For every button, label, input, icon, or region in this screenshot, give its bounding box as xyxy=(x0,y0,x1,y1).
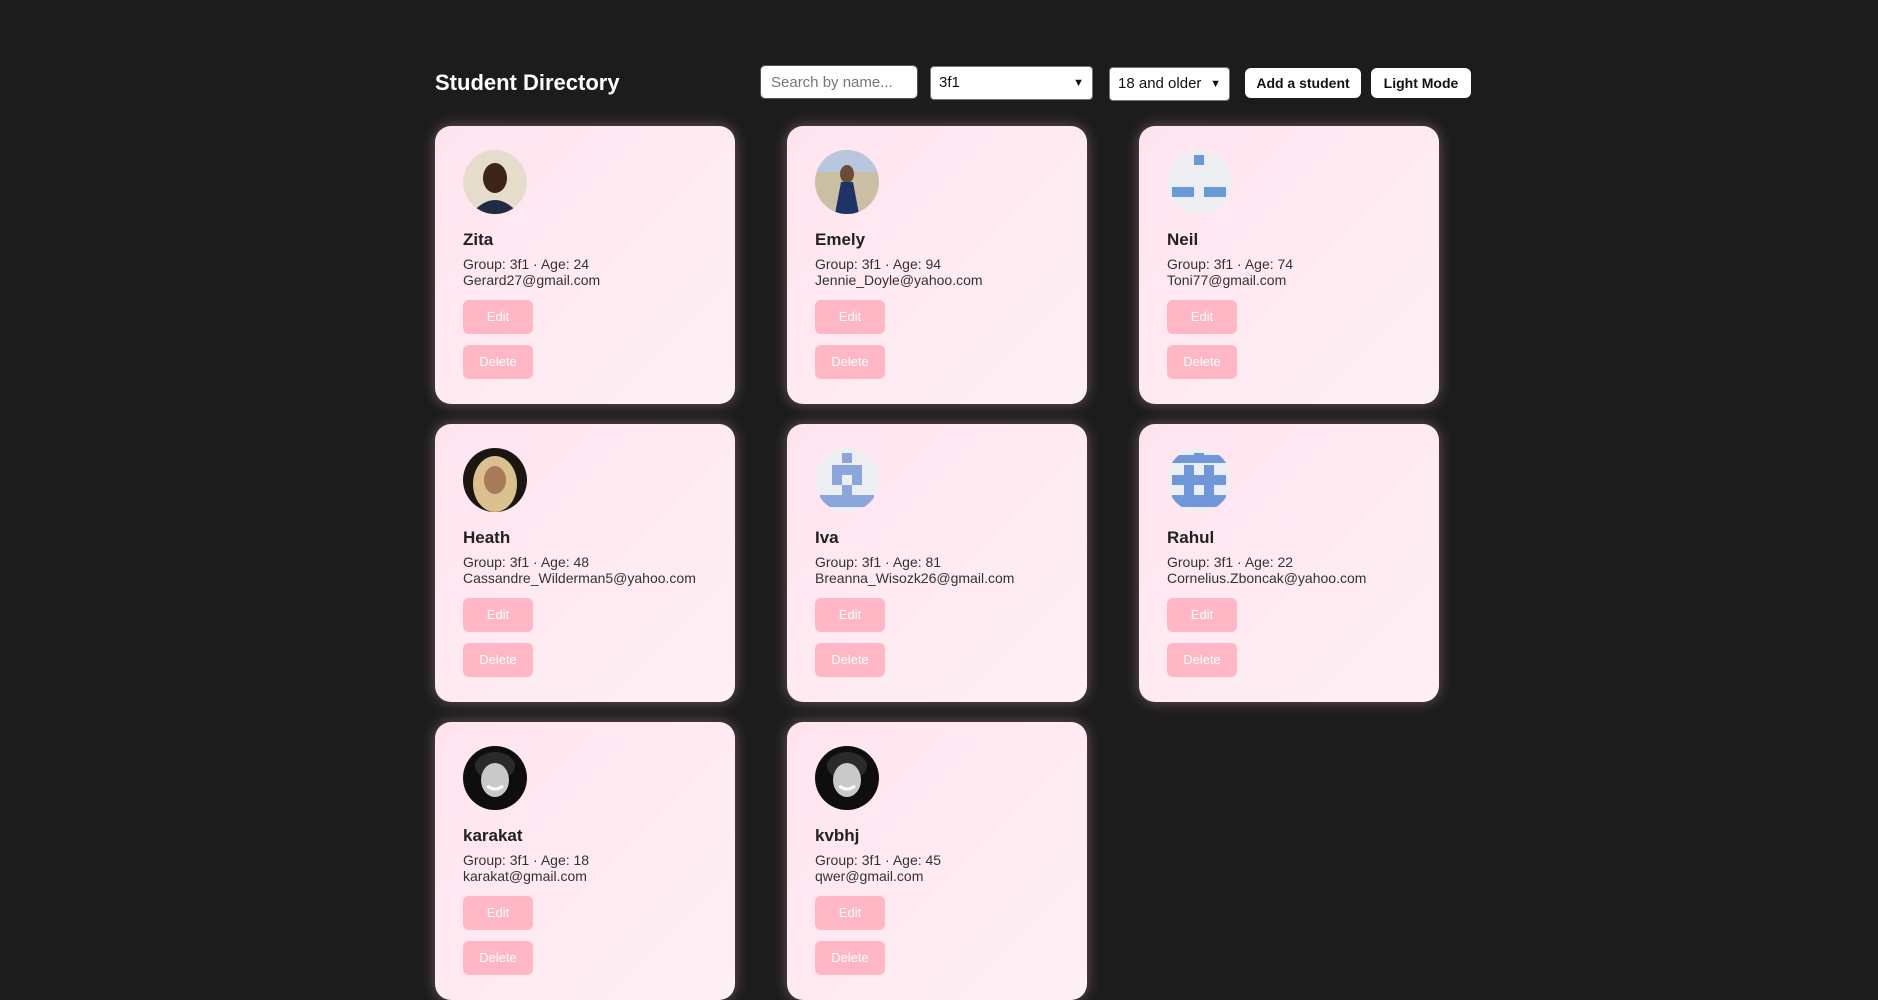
student-name: kvbhj xyxy=(815,826,860,845)
student-meta: Group: 3f1 · Age: 22 xyxy=(1167,554,1294,570)
student-meta: Group: 3f1 · Age: 81 xyxy=(815,554,942,570)
age-select[interactable]: 18 and older ▼ xyxy=(1109,67,1230,101)
student-email: qwer@gmail.com xyxy=(815,868,924,884)
delete-button[interactable]: Delete xyxy=(1167,345,1237,379)
group-select-value: 3f1 xyxy=(939,74,960,91)
identicon-avatar-icon xyxy=(815,448,879,512)
age-select-value: 18 and older xyxy=(1118,75,1202,92)
delete-button[interactable]: Delete xyxy=(463,941,533,975)
student-email: Jennie_Doyle@yahoo.com xyxy=(815,272,983,288)
student-email: Cornelius.Zboncak@yahoo.com xyxy=(1167,570,1367,586)
edit-button[interactable]: Edit xyxy=(463,896,533,930)
student-email: karakat@gmail.com xyxy=(463,868,587,884)
student-name: Zita xyxy=(463,230,494,249)
delete-button[interactable]: Delete xyxy=(1167,643,1237,677)
student-name: Emely xyxy=(815,230,866,249)
student-card: Zita Group: 3f1 · Age: 24 Gerard27@gmail… xyxy=(435,126,735,404)
edit-button[interactable]: Edit xyxy=(815,300,885,334)
delete-button[interactable]: Delete xyxy=(815,643,885,677)
identicon-avatar-icon xyxy=(1167,150,1231,214)
student-name: Heath xyxy=(463,528,511,547)
delete-button[interactable]: Delete xyxy=(463,643,533,677)
student-card: Iva Group: 3f1 · Age: 81 Breanna_Wisozk2… xyxy=(787,424,1087,702)
student-name: Rahul xyxy=(1167,528,1215,547)
light-mode-button[interactable]: Light Mode xyxy=(1371,68,1471,98)
student-name: Iva xyxy=(815,528,839,547)
student-meta: Group: 3f1 · Age: 48 xyxy=(463,554,590,570)
page-title: Student Directory xyxy=(435,70,620,95)
identicon-avatar-icon xyxy=(1167,448,1231,512)
student-card: Heath Group: 3f1 · Age: 48 Cassandre_Wil… xyxy=(435,424,735,702)
photo-avatar-icon xyxy=(463,746,527,810)
group-select[interactable]: 3f1 ▼ xyxy=(930,66,1093,100)
photo-avatar-icon xyxy=(815,150,879,214)
student-meta: Group: 3f1 · Age: 24 xyxy=(463,256,590,272)
chevron-down-icon: ▼ xyxy=(1210,78,1221,90)
edit-button[interactable]: Edit xyxy=(815,598,885,632)
edit-button[interactable]: Edit xyxy=(1167,300,1237,334)
student-email: Gerard27@gmail.com xyxy=(463,272,601,288)
chevron-down-icon: ▼ xyxy=(1073,77,1084,89)
student-name: Neil xyxy=(1167,230,1199,249)
student-meta: Group: 3f1 · Age: 94 xyxy=(815,256,942,272)
student-name: karakat xyxy=(463,826,523,845)
student-meta: Group: 3f1 · Age: 18 xyxy=(463,852,590,868)
edit-button[interactable]: Edit xyxy=(463,598,533,632)
edit-button[interactable]: Edit xyxy=(815,896,885,930)
delete-button[interactable]: Delete xyxy=(815,941,885,975)
student-meta: Group: 3f1 · Age: 74 xyxy=(1167,256,1294,272)
add-student-button[interactable]: Add a student xyxy=(1245,68,1361,98)
photo-avatar-icon xyxy=(463,150,527,214)
student-card: Neil Group: 3f1 · Age: 74 Toni77@gmail.c… xyxy=(1139,126,1439,404)
student-card: kvbhj Group: 3f1 · Age: 45 qwer@gmail.co… xyxy=(787,722,1087,1000)
student-email: Cassandre_Wilderman5@yahoo.com xyxy=(463,570,696,586)
student-email: Breanna_Wisozk26@gmail.com xyxy=(815,570,1015,586)
student-card: karakat Group: 3f1 · Age: 18 karakat@gma… xyxy=(435,722,735,1000)
student-card: Rahul Group: 3f1 · Age: 22 Cornelius.Zbo… xyxy=(1139,424,1439,702)
header-bar: Student Directory 3f1 ▼ 18 and older ▼ A… xyxy=(435,64,1475,104)
student-email: Toni77@gmail.com xyxy=(1167,272,1287,288)
photo-avatar-icon xyxy=(463,448,527,512)
edit-button[interactable]: Edit xyxy=(1167,598,1237,632)
student-card: Emely Group: 3f1 · Age: 94 Jennie_Doyle@… xyxy=(787,126,1087,404)
delete-button[interactable]: Delete xyxy=(815,345,885,379)
search-input[interactable] xyxy=(760,65,918,99)
delete-button[interactable]: Delete xyxy=(463,345,533,379)
photo-avatar-icon xyxy=(815,746,879,810)
student-meta: Group: 3f1 · Age: 45 xyxy=(815,852,942,868)
edit-button[interactable]: Edit xyxy=(463,300,533,334)
